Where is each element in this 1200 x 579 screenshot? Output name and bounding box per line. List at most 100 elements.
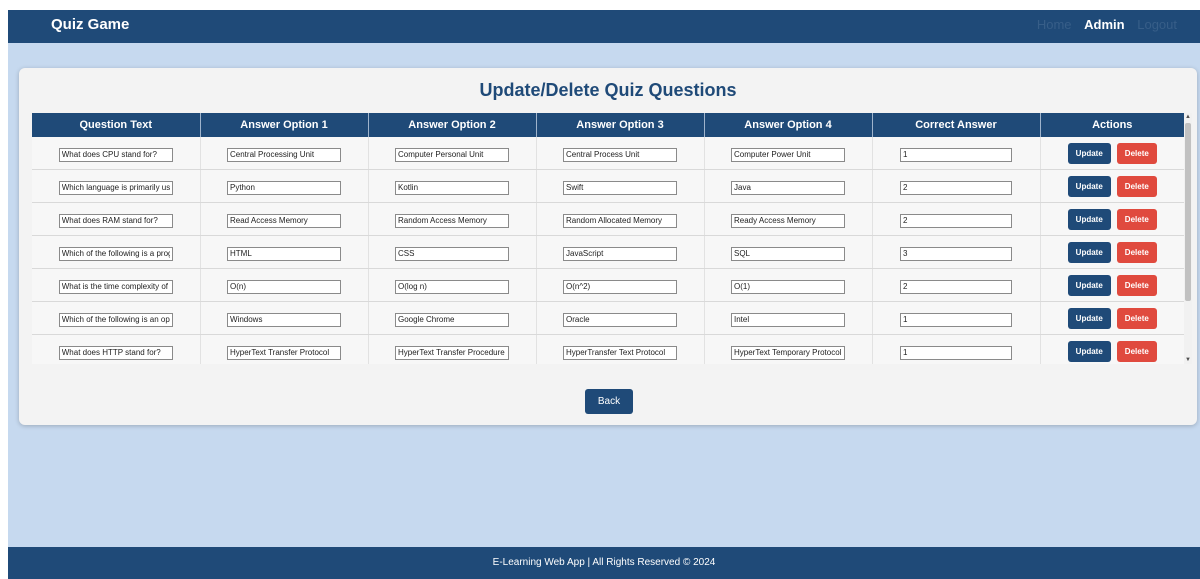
- cell-question: [32, 202, 201, 236]
- cell-option-2: [368, 301, 537, 335]
- answer-option-2-input[interactable]: [395, 312, 509, 327]
- answer-option-2-input[interactable]: [395, 180, 509, 195]
- answer-option-3-input[interactable]: [563, 213, 677, 228]
- update-button[interactable]: Update: [1067, 142, 1111, 164]
- question-text-input[interactable]: [58, 213, 173, 228]
- correct-answer-input[interactable]: [900, 213, 1012, 228]
- answer-option-4-input[interactable]: [731, 345, 845, 360]
- answer-option-3-input[interactable]: [563, 279, 677, 294]
- cell-question: [32, 137, 201, 170]
- correct-answer-input[interactable]: [900, 279, 1012, 294]
- answer-option-3-input[interactable]: [563, 147, 677, 162]
- question-text-input[interactable]: [58, 312, 173, 327]
- question-text-input[interactable]: [58, 147, 173, 162]
- cell-question: [32, 169, 201, 203]
- question-text-input[interactable]: [58, 345, 173, 360]
- cell-option-2: [368, 334, 537, 364]
- cell-correct: [872, 137, 1041, 170]
- cell-actions: Update Delete: [1040, 334, 1184, 364]
- nav-link-home[interactable]: Home: [1037, 17, 1072, 32]
- header-actions: Actions: [1040, 113, 1184, 137]
- navbar: Quiz Game Home Admin Logout: [8, 10, 1200, 43]
- cell-option-2: [368, 268, 537, 302]
- answer-option-3-input[interactable]: [563, 246, 677, 261]
- cell-actions: Update Delete: [1040, 202, 1184, 236]
- delete-button[interactable]: Delete: [1116, 142, 1157, 164]
- cell-correct: [872, 301, 1041, 335]
- answer-option-3-input[interactable]: [563, 345, 677, 360]
- brand-title[interactable]: Quiz Game: [51, 16, 129, 33]
- answer-option-2-input[interactable]: [395, 246, 509, 261]
- correct-answer-input[interactable]: [900, 312, 1012, 327]
- table-scrollbar[interactable]: ▲ ▼: [1184, 113, 1192, 364]
- answer-option-3-input[interactable]: [563, 312, 677, 327]
- answer-option-4-input[interactable]: [731, 246, 845, 261]
- scroll-thumb[interactable]: [1185, 123, 1191, 301]
- delete-button[interactable]: Delete: [1116, 274, 1157, 296]
- update-button[interactable]: Update: [1067, 307, 1111, 329]
- cell-option-1: [200, 334, 369, 364]
- cell-question: [32, 235, 201, 269]
- cell-option-3: [536, 334, 705, 364]
- update-button[interactable]: Update: [1067, 175, 1111, 197]
- update-button[interactable]: Update: [1067, 241, 1111, 263]
- answer-option-1-input[interactable]: [227, 345, 341, 360]
- cell-actions: Update Delete: [1040, 235, 1184, 269]
- answer-option-1-input[interactable]: [227, 213, 341, 228]
- cell-actions: Update Delete: [1040, 137, 1184, 170]
- scroll-down-arrow-icon[interactable]: ▼: [1184, 356, 1192, 364]
- answer-option-4-input[interactable]: [731, 180, 845, 195]
- cell-option-1: [200, 268, 369, 302]
- answer-option-4-input[interactable]: [731, 147, 845, 162]
- question-text-input[interactable]: [58, 180, 173, 195]
- nav-link-logout[interactable]: Logout: [1137, 17, 1177, 32]
- table-row: UpdateDelete: [32, 268, 1184, 302]
- question-text-input[interactable]: [58, 279, 173, 294]
- questions-table-container: Question Text Answer Option 1 Answer Opt…: [32, 113, 1192, 364]
- back-button[interactable]: Back: [585, 389, 633, 414]
- cell-option-1: [200, 169, 369, 203]
- answer-option-2-input[interactable]: [395, 147, 509, 162]
- delete-button[interactable]: Delete: [1116, 241, 1157, 263]
- footer: E-Learning Web App | All Rights Reserved…: [8, 547, 1200, 579]
- cell-option-3: [536, 268, 705, 302]
- answer-option-1-input[interactable]: [227, 312, 341, 327]
- cell-actions: Update Delete: [1040, 169, 1184, 203]
- answer-option-3-input[interactable]: [563, 180, 677, 195]
- nav-link-admin[interactable]: Admin: [1084, 17, 1124, 32]
- answer-option-1-input[interactable]: [227, 279, 341, 294]
- answer-option-2-input[interactable]: [395, 213, 509, 228]
- correct-answer-input[interactable]: [900, 345, 1012, 360]
- answer-option-1-input[interactable]: [227, 246, 341, 261]
- correct-answer-input[interactable]: [900, 246, 1012, 261]
- cell-actions: Update Delete: [1040, 301, 1184, 335]
- cell-option-4: [704, 202, 873, 236]
- cell-correct: [872, 169, 1041, 203]
- header-correct-answer: Correct Answer: [872, 113, 1041, 137]
- answer-option-2-input[interactable]: [395, 345, 509, 360]
- table-row: UpdateDelete: [32, 235, 1184, 269]
- correct-answer-input[interactable]: [900, 180, 1012, 195]
- cell-option-4: [704, 235, 873, 269]
- correct-answer-input[interactable]: [900, 147, 1012, 162]
- cell-actions: Update Delete: [1040, 268, 1184, 302]
- answer-option-4-input[interactable]: [731, 312, 845, 327]
- answer-option-1-input[interactable]: [227, 180, 341, 195]
- update-button[interactable]: Update: [1067, 340, 1111, 362]
- update-button[interactable]: Update: [1067, 274, 1111, 296]
- answer-option-2-input[interactable]: [395, 279, 509, 294]
- answer-option-4-input[interactable]: [731, 213, 845, 228]
- update-button[interactable]: Update: [1067, 208, 1111, 230]
- table-row: UpdateDelete: [32, 202, 1184, 236]
- cell-question: [32, 268, 201, 302]
- delete-button[interactable]: Delete: [1116, 340, 1157, 362]
- table-row: UpdateDelete: [32, 334, 1184, 364]
- answer-option-1-input[interactable]: [227, 147, 341, 162]
- delete-button[interactable]: Delete: [1116, 175, 1157, 197]
- cell-option-3: [536, 235, 705, 269]
- delete-button[interactable]: Delete: [1116, 208, 1157, 230]
- scroll-up-arrow-icon[interactable]: ▲: [1184, 113, 1192, 121]
- delete-button[interactable]: Delete: [1116, 307, 1157, 329]
- answer-option-4-input[interactable]: [731, 279, 845, 294]
- question-text-input[interactable]: [58, 246, 173, 261]
